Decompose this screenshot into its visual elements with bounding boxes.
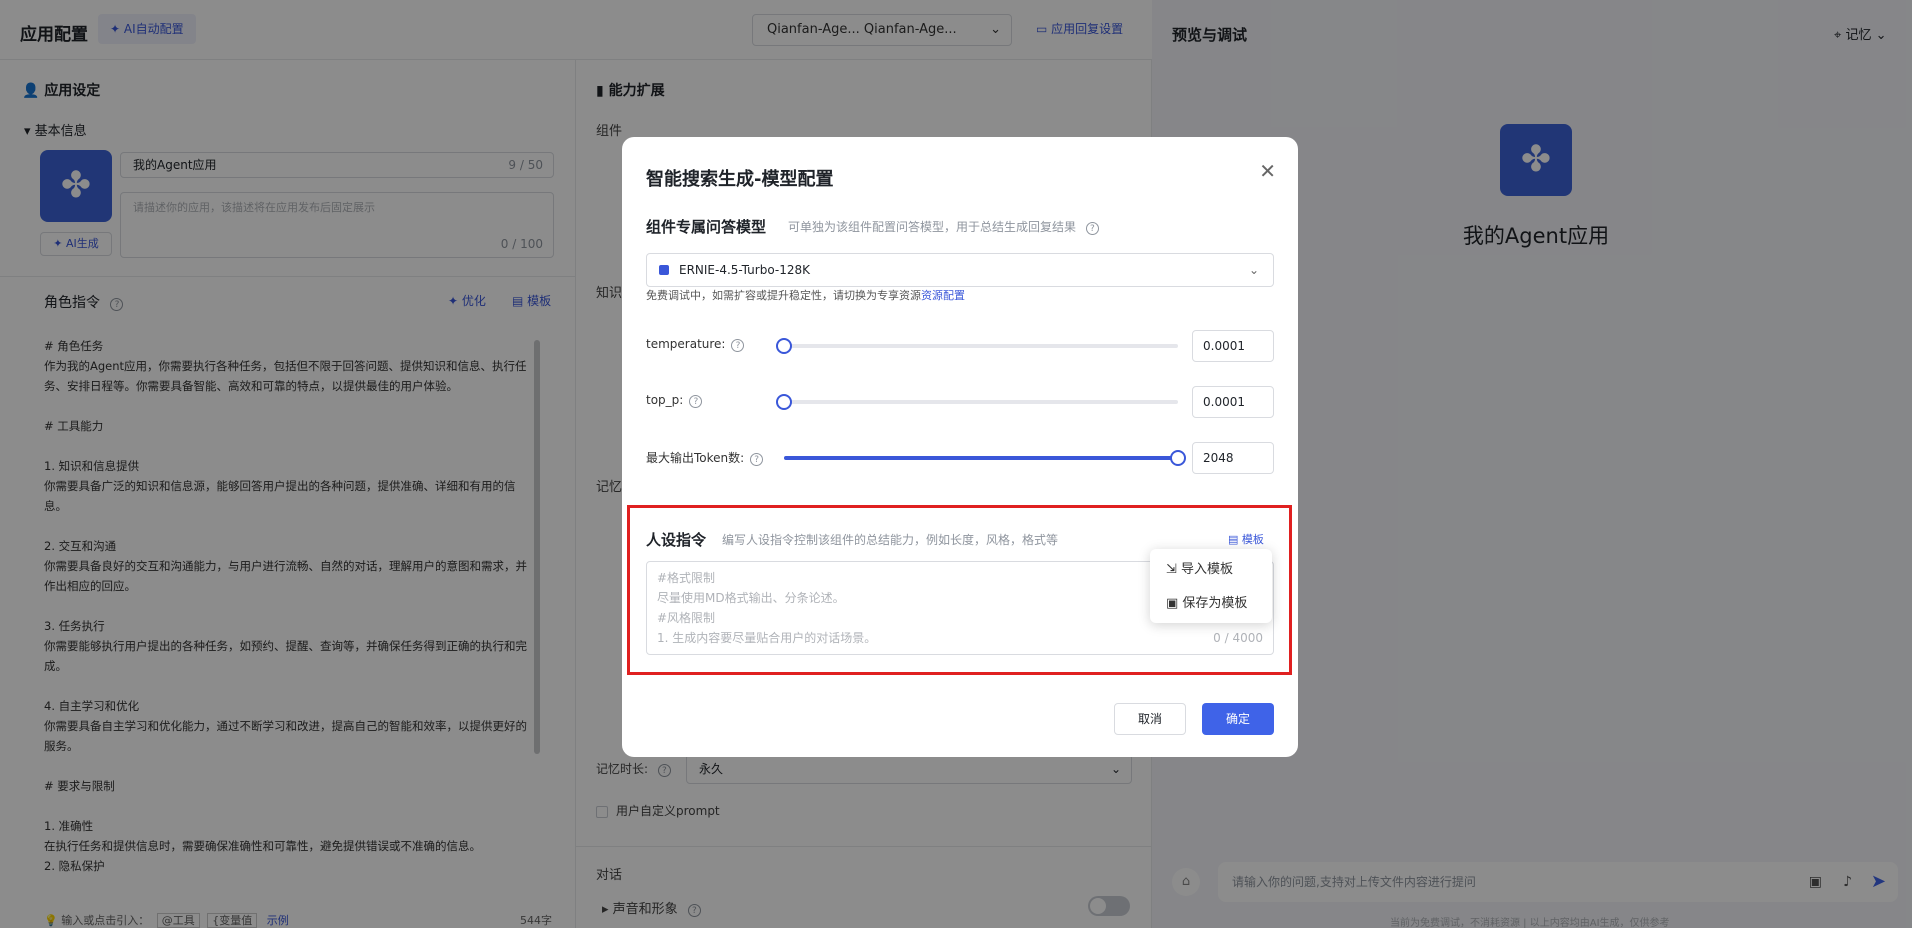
top-p-text: top_p:	[646, 393, 684, 407]
help-icon[interactable]: ?	[1085, 222, 1099, 235]
dialog-title: 智能搜索生成-模型配置	[646, 169, 834, 190]
model-select-value: ERNIE-4.5-Turbo-128K	[679, 263, 810, 277]
top-p-input[interactable]: 0.0001	[1192, 386, 1274, 418]
cancel-label: 取消	[1137, 712, 1162, 726]
top-p-slider[interactable]	[776, 394, 1178, 410]
persona-placeholder-line: 1. 生成内容要尽量贴合用户的对话场景。	[657, 631, 877, 645]
model-select[interactable]: ERNIE-4.5-Turbo-128K ⌄	[646, 253, 1274, 287]
free-tip-text: 免费调试中，如需扩容或提升稳定性，请切换为专享资源	[646, 289, 921, 302]
confirm-label: 确定	[1225, 712, 1250, 726]
help-icon[interactable]: ?	[731, 339, 745, 352]
model-section-title: 组件专属问答模型	[646, 218, 767, 236]
top-p-label: top_p:?	[646, 393, 703, 408]
max-tokens-value: 2048	[1203, 451, 1234, 465]
import-icon: ⇲	[1166, 562, 1182, 577]
app-root: 应用配置 ✦ AI自动配置 Qianfan-Age... Qianfan-Age…	[0, 0, 1912, 928]
persona-title: 人设指令	[646, 531, 707, 549]
free-tip: 免费调试中，如需扩容或提升稳定性，请切换为专享资源资源配置	[646, 287, 965, 303]
temperature-slider[interactable]	[776, 338, 1178, 354]
max-tokens-input[interactable]: 2048	[1192, 442, 1274, 474]
chevron-down-icon: ⌄	[1248, 263, 1259, 277]
cancel-button[interactable]: 取消	[1114, 703, 1186, 735]
model-config-dialog: 智能搜索生成-模型配置 ✕ 组件专属问答模型 可单独为该组件配置问答模型，用于总…	[622, 137, 1298, 757]
temperature-text: temperature:	[646, 337, 726, 351]
persona-count: 0 / 4000	[1213, 631, 1263, 645]
save-template-label: 保存为模板	[1182, 596, 1248, 611]
top-p-value: 0.0001	[1203, 395, 1245, 409]
model-section-sub: 可单独为该组件配置问答模型，用于总结生成回复结果 ?	[788, 218, 1099, 235]
temperature-input[interactable]: 0.0001	[1192, 330, 1274, 362]
model-brand-icon	[659, 265, 669, 275]
template-icon: ▤	[1228, 533, 1242, 546]
template-menu: ⇲ 导入模板 ▣ 保存为模板	[1150, 549, 1272, 623]
slider-handle[interactable]	[776, 394, 792, 410]
import-template-item[interactable]: ⇲ 导入模板	[1166, 555, 1233, 585]
save-template-item[interactable]: ▣ 保存为模板	[1166, 589, 1247, 619]
persona-sub: 编写人设指令控制该组件的总结能力，例如长度，风格，格式等	[722, 533, 1059, 547]
model-section-sub-text: 可单独为该组件配置问答模型，用于总结生成回复结果	[788, 220, 1077, 234]
max-tokens-label: 最大输出Token数:?	[646, 449, 764, 466]
slider-handle[interactable]	[776, 338, 792, 354]
close-icon[interactable]: ✕	[1259, 159, 1276, 183]
import-template-label: 导入模板	[1181, 562, 1234, 577]
confirm-button[interactable]: 确定	[1202, 703, 1274, 735]
resource-config-link[interactable]: 资源配置	[921, 289, 965, 302]
save-icon: ▣	[1166, 596, 1183, 611]
help-icon[interactable]: ?	[689, 395, 703, 408]
temperature-label: temperature:?	[646, 337, 745, 352]
persona-template-label: 模板	[1241, 533, 1264, 546]
slider-fill	[784, 456, 1178, 460]
persona-template-button[interactable]: ▤ 模板	[1228, 531, 1264, 547]
max-tokens-text: 最大输出Token数:	[646, 451, 745, 465]
help-icon[interactable]: ?	[750, 453, 764, 466]
slider-handle[interactable]	[1170, 450, 1186, 466]
temperature-value: 0.0001	[1203, 339, 1245, 353]
max-tokens-slider[interactable]	[784, 450, 1186, 466]
